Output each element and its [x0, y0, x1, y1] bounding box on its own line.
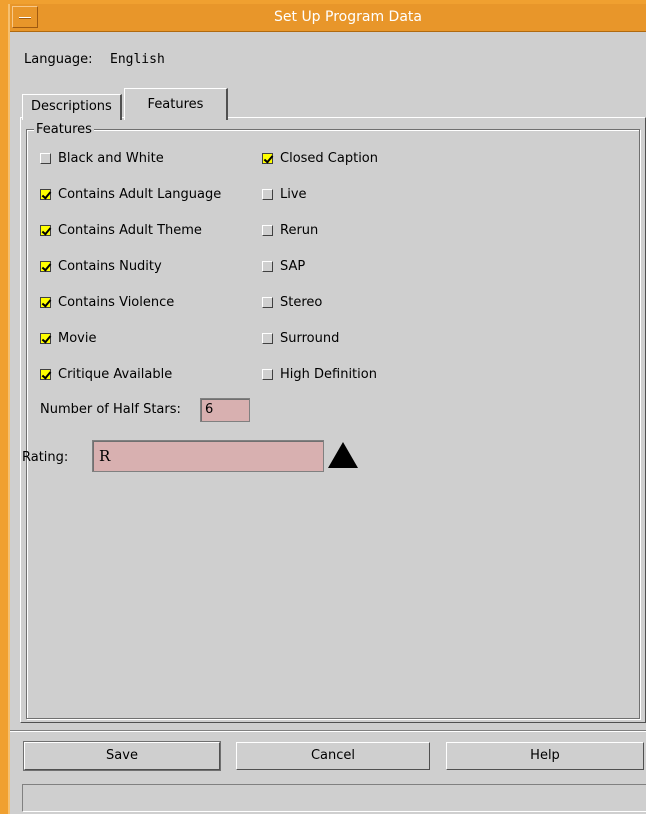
checkbox-stereo[interactable]: Stereo: [262, 295, 322, 310]
features-group-label: Features: [34, 122, 94, 137]
checkbox-checked-icon[interactable]: [40, 333, 51, 344]
checkbox-sap[interactable]: SAP: [262, 259, 305, 274]
checkbox-checked-icon[interactable]: [40, 297, 51, 308]
checkbox-critique-available[interactable]: Critique Available: [40, 367, 172, 382]
checkbox-icon[interactable]: [262, 333, 273, 344]
language-value: English: [110, 52, 165, 67]
checkbox-label: Contains Nudity: [58, 259, 162, 274]
rating-input[interactable]: R: [92, 440, 324, 472]
checkbox-icon[interactable]: [262, 189, 273, 200]
checkbox-checked-icon[interactable]: [40, 369, 51, 380]
checkbox-live[interactable]: Live: [262, 187, 307, 202]
checkbox-icon[interactable]: [262, 297, 273, 308]
checkbox-icon[interactable]: [262, 225, 273, 236]
checkbox-label: Rerun: [280, 223, 319, 238]
help-button[interactable]: Help: [446, 742, 644, 770]
checkbox-label: Surround: [280, 331, 340, 346]
checkbox-icon[interactable]: [262, 261, 273, 272]
save-button[interactable]: Save: [24, 742, 220, 770]
features-group: [26, 129, 640, 719]
checkbox-label: Live: [280, 187, 307, 202]
checkbox-contains-adult-language[interactable]: Contains Adult Language: [40, 187, 221, 202]
checkbox-black-and-white[interactable]: Black and White: [40, 151, 164, 166]
checkbox-checked-icon[interactable]: [40, 225, 51, 236]
language-label: Language:: [24, 52, 93, 67]
tab-descriptions[interactable]: Descriptions: [22, 94, 122, 120]
checkbox-checked-icon[interactable]: [40, 189, 51, 200]
checkbox-contains-violence[interactable]: Contains Violence: [40, 295, 174, 310]
checkbox-checked-icon[interactable]: [40, 261, 51, 272]
checkbox-label: Stereo: [280, 295, 323, 310]
cancel-button[interactable]: Cancel: [236, 742, 430, 770]
checkbox-label: High Definition: [280, 367, 377, 382]
status-bar: [22, 784, 646, 812]
checkbox-icon[interactable]: [262, 369, 273, 380]
checkbox-checked-icon[interactable]: [262, 153, 273, 164]
checkbox-label: Black and White: [58, 151, 164, 166]
checkbox-label: Movie: [58, 331, 97, 346]
checkbox-icon[interactable]: [40, 153, 51, 164]
checkbox-closed-caption[interactable]: Closed Caption: [262, 151, 378, 166]
window-title: Set Up Program Data: [274, 9, 422, 25]
checkbox-label: Contains Adult Language: [58, 187, 222, 202]
checkbox-label: Closed Caption: [280, 151, 378, 166]
rating-dropdown-arrow-icon[interactable]: [328, 442, 358, 468]
checkbox-label: Contains Adult Theme: [58, 223, 202, 238]
checkbox-movie[interactable]: Movie: [40, 331, 96, 346]
tab-features[interactable]: Features: [124, 88, 228, 120]
checkbox-label: Critique Available: [58, 367, 173, 382]
checkbox-high-definition[interactable]: High Definition: [262, 367, 377, 382]
rating-label: Rating:: [22, 450, 69, 465]
checkbox-rerun[interactable]: Rerun: [262, 223, 318, 238]
checkbox-contains-nudity[interactable]: Contains Nudity: [40, 259, 162, 274]
checkbox-contains-adult-theme[interactable]: Contains Adult Theme: [40, 223, 202, 238]
window-menu-icon: [19, 17, 31, 19]
title-bar[interactable]: Set Up Program Data: [10, 4, 646, 32]
half-stars-label: Number of Half Stars:: [40, 402, 181, 417]
checkbox-surround[interactable]: Surround: [262, 331, 339, 346]
half-stars-input[interactable]: 6: [200, 398, 250, 422]
set-up-program-data-window: Set Up Program Data Language: English De…: [8, 4, 646, 814]
separator: [10, 730, 646, 732]
window-menu-button[interactable]: [12, 6, 38, 28]
checkbox-label: Contains Violence: [58, 295, 175, 310]
checkbox-label: SAP: [280, 259, 306, 274]
